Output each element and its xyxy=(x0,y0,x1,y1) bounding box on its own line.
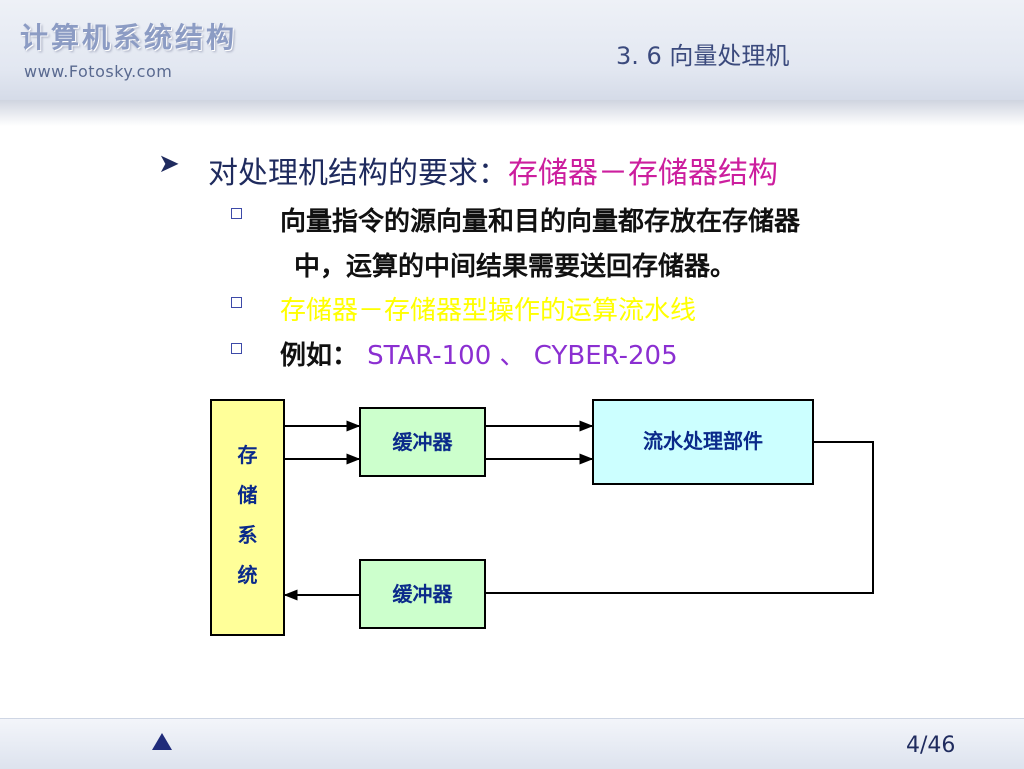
memory-system-char: 储 xyxy=(238,483,258,507)
heading-prefix: 对处理机结构的要求： xyxy=(208,156,508,191)
square-bullet-icon xyxy=(231,208,242,219)
pipeline-unit-label: 流水处理部件 xyxy=(643,429,763,453)
memory-system-char: 存 xyxy=(238,443,258,467)
bullet-3-label: 例如： xyxy=(280,341,359,371)
bullet-2-text: 存储器－存储器型操作的运算流水线 xyxy=(280,296,697,326)
section-title: 3. 6 向量处理机 xyxy=(616,42,790,70)
memory-memory-pipeline-diagram: 存 储 系 统 缓冲器 流水处理部件 缓冲器 xyxy=(210,399,874,636)
memory-system-char: 系 xyxy=(238,523,258,547)
logo-title: 计算机系统结构 xyxy=(20,21,238,54)
heading-accent: 存储器－存储器结构 xyxy=(508,156,778,191)
logo-url: www.Fotosky.com xyxy=(24,62,173,81)
memory-system-box xyxy=(210,399,285,636)
bullet-1-line-2: 中，运算的中间结果需要送回存储器。 xyxy=(294,252,737,282)
buffer-top-label: 缓冲器 xyxy=(393,430,454,454)
page-number: 4/46 xyxy=(906,733,956,758)
triangle-up-icon[interactable] xyxy=(152,733,172,750)
square-bullet-icon xyxy=(231,343,242,354)
bullet-1-line-1: 向量指令的源向量和目的向量都存放在存储器 xyxy=(280,207,801,237)
bullet-3-examples: STAR-100 、 CYBER-205 xyxy=(367,341,678,371)
arrow-bullet-icon: ➤ xyxy=(158,149,180,179)
header-shadow xyxy=(0,100,1024,126)
memory-system-char: 统 xyxy=(238,563,258,587)
slide-heading: 对处理机结构的要求：存储器－存储器结构 xyxy=(208,148,778,192)
square-bullet-icon xyxy=(231,297,242,308)
buffer-bottom-label: 缓冲器 xyxy=(393,582,454,606)
bullet-3: 例如： STAR-100 、 CYBER-205 xyxy=(280,335,678,372)
